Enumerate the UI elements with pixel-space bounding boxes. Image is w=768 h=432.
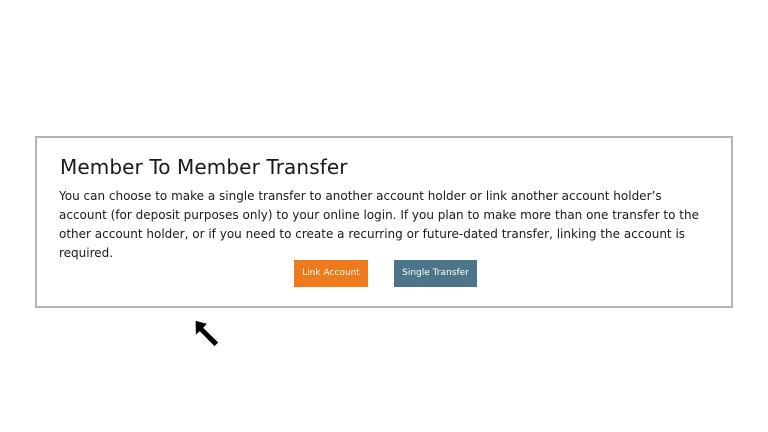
page-title: Member To Member Transfer: [60, 155, 348, 179]
link-account-button[interactable]: Link Account: [294, 260, 368, 287]
transfer-description: You can choose to make a single transfer…: [59, 189, 699, 260]
mouse-pointer-icon: [194, 319, 220, 348]
member-transfer-panel: Member To Member Transfer You can choose…: [35, 136, 733, 308]
single-transfer-button[interactable]: Single Transfer: [394, 260, 477, 287]
